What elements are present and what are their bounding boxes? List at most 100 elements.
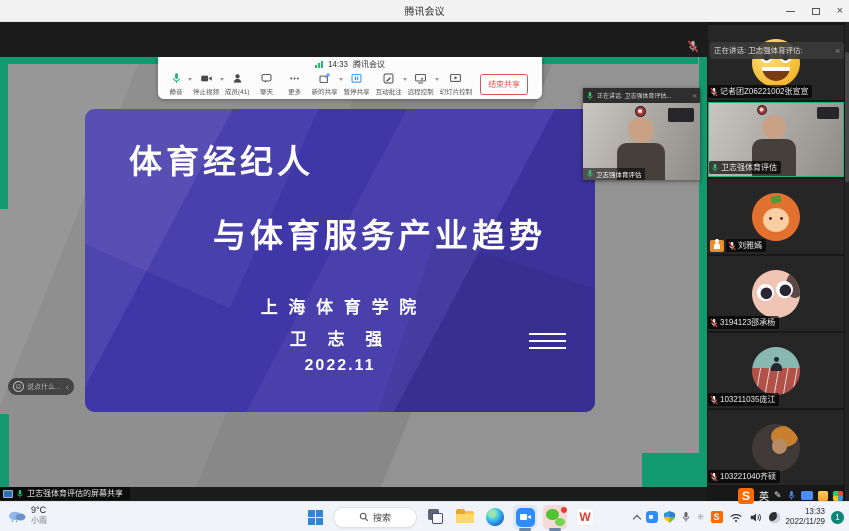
participant-tile[interactable]: 记者团Z06221002张宣宣 — [708, 25, 844, 100]
ime-mode-indicator[interactable]: 英 — [759, 488, 769, 503]
background-tv — [668, 108, 694, 122]
wechat-button[interactable] — [543, 505, 567, 529]
sogou-logo-icon[interactable]: S — [738, 488, 754, 504]
mic-muted-icon — [710, 87, 718, 97]
more-button[interactable]: 更多 — [282, 72, 308, 96]
speaker-name-label: 卫志强体育评估 — [583, 168, 645, 180]
windows-logo-icon — [308, 510, 323, 525]
skin-palette-icon[interactable] — [818, 491, 828, 501]
search-label: 搜索 — [373, 511, 391, 524]
slide-control-button[interactable]: 幻灯片控制 — [438, 72, 475, 96]
handwriting-icon[interactable]: ✎ — [774, 491, 782, 500]
remote-control-button[interactable]: 远程控制 — [406, 72, 436, 96]
wechat-icon — [546, 509, 565, 526]
chat-label: 聊天 — [260, 86, 273, 96]
wps-office-button[interactable]: W — [573, 505, 597, 529]
meeting-main-area: 14:33 腾讯会议 静音 停止视频 — [0, 22, 707, 501]
new-share-button[interactable]: 新的共享 — [310, 72, 340, 96]
participant-label: 刘雅嫣 — [726, 239, 766, 252]
tray-ime-icon[interactable]: ✳ — [697, 513, 705, 522]
tray-clock[interactable]: 13:33 2022/11/29 — [786, 507, 825, 527]
slide-lines-decor — [529, 333, 566, 354]
members-label: 成员(41) — [225, 86, 250, 96]
desktop-accent — [699, 57, 707, 487]
meeting-toolbar: 14:33 腾讯会议 静音 停止视频 — [158, 57, 542, 99]
slide-control-label: 幻灯片控制 — [440, 86, 473, 96]
stop-video-label: 停止视频 — [193, 86, 219, 96]
stop-video-button[interactable]: 停止视频 — [191, 72, 221, 96]
volume-icon[interactable] — [749, 512, 763, 523]
avatar — [752, 347, 800, 395]
collapse-arrows-icon[interactable]: « — [693, 91, 697, 100]
remote-control-label: 远程控制 — [408, 86, 434, 96]
mic-muted-icon — [710, 395, 718, 405]
participant-name: 103211035庞江 — [720, 394, 775, 405]
mute-button[interactable]: 静音 — [163, 72, 189, 96]
pause-share-button[interactable]: 暂停共享 — [342, 72, 372, 96]
members-button[interactable]: 成员(41) — [223, 72, 252, 96]
tray-mic-icon[interactable] — [681, 511, 691, 523]
collapse-left-icon[interactable]: ‹ — [66, 382, 69, 392]
floating-speaker-video[interactable]: 正在讲话: 卫志强体育评估... « 卫志强体育评估 — [583, 88, 700, 180]
night-mode-icon[interactable] — [769, 512, 780, 523]
keyboard-icon[interactable] — [801, 491, 813, 500]
participant-name: 卫志强体育评估 — [721, 162, 777, 173]
mic-muted-icon — [687, 40, 699, 53]
annotate-label: 互动批注 — [376, 86, 402, 96]
tray-sogou-icon[interactable]: S — [711, 511, 723, 523]
participant-tile[interactable]: 103211035庞江 — [708, 333, 844, 408]
start-button[interactable] — [303, 505, 327, 529]
collapse-arrows-icon[interactable]: « — [836, 46, 840, 55]
participant-label: 103211035庞江 — [708, 393, 779, 406]
ime-toolbar: S 英 ✎ — [738, 486, 843, 505]
pause-share-label: 暂停共享 — [344, 86, 370, 96]
quick-chat-pill[interactable]: ☺ 说点什么... ‹ — [8, 378, 74, 395]
file-explorer-button[interactable] — [453, 505, 477, 529]
slide-title-line2: 与体育服务产业趋势 — [213, 209, 546, 257]
chat-placeholder[interactable]: 说点什么... — [27, 382, 61, 392]
speaker-video-feed: 卫志强体育评估 — [583, 103, 700, 180]
participants-sidebar: 记者团Z06221002张宣宣 卫志强体育评估 — [707, 22, 849, 501]
mute-label: 静音 — [170, 86, 183, 96]
minimize-icon[interactable] — [786, 11, 795, 12]
toolbox-icon[interactable] — [833, 491, 843, 501]
chat-bubble-icon — [260, 72, 273, 85]
close-icon[interactable]: × — [837, 6, 843, 17]
annotate-button[interactable]: 互动批注 — [374, 72, 404, 96]
participant-name: 103221040齐硕 — [720, 471, 776, 482]
monitor-icon — [3, 490, 13, 498]
sidebar-scrollbar[interactable] — [845, 22, 849, 501]
presentation-slide: 体育经纪人 与体育服务产业趋势 上 海 体 育 学 院 卫 志 强 2022.1… — [85, 109, 595, 412]
notification-count-badge[interactable]: 1 — [831, 511, 844, 524]
chat-button[interactable]: 聊天 — [254, 72, 280, 96]
desktop-accent — [0, 414, 9, 487]
taskbar-search[interactable]: 搜索 — [333, 507, 417, 528]
end-share-button[interactable]: 结束共享 — [480, 74, 528, 95]
restore-icon[interactable] — [812, 8, 820, 15]
tray-expand-icon[interactable] — [633, 514, 641, 522]
participant-tile[interactable]: 103221040齐硕 — [708, 410, 844, 485]
voice-input-icon[interactable] — [787, 490, 796, 501]
edge-browser-button[interactable] — [483, 505, 507, 529]
mic-muted-icon — [710, 472, 718, 482]
avatar — [752, 424, 800, 472]
notification-dot — [561, 507, 567, 513]
task-view-button[interactable] — [423, 505, 447, 529]
cloud-rain-icon — [7, 508, 27, 522]
wifi-icon[interactable] — [729, 512, 743, 523]
security-shield-icon[interactable] — [664, 511, 675, 523]
mic-active-icon — [586, 91, 594, 101]
desktop-accent — [0, 57, 8, 209]
participant-tile[interactable]: 3194123邵承杨 — [708, 256, 844, 331]
meeting-statusbar: 14:33 腾讯会议 — [158, 57, 542, 70]
tray-meeting-icon[interactable] — [646, 511, 658, 523]
speaking-toast-text: 正在讲话: 卫志强体育评估: — [714, 45, 834, 56]
weather-widget[interactable]: 9°C 小雨 — [7, 505, 47, 525]
tencent-meeting-button[interactable] — [513, 505, 537, 529]
desktop-accent — [642, 453, 699, 487]
window-titlebar: 腾讯会议 × — [0, 0, 849, 22]
participant-tile[interactable]: 刘雅嫣 — [708, 179, 844, 254]
participant-tile-active-speaker[interactable]: 卫志强体育评估 — [708, 102, 844, 177]
speaker-name: 卫志强体育评估 — [596, 169, 642, 179]
emoji-face-icon[interactable]: ☺ — [13, 381, 24, 392]
